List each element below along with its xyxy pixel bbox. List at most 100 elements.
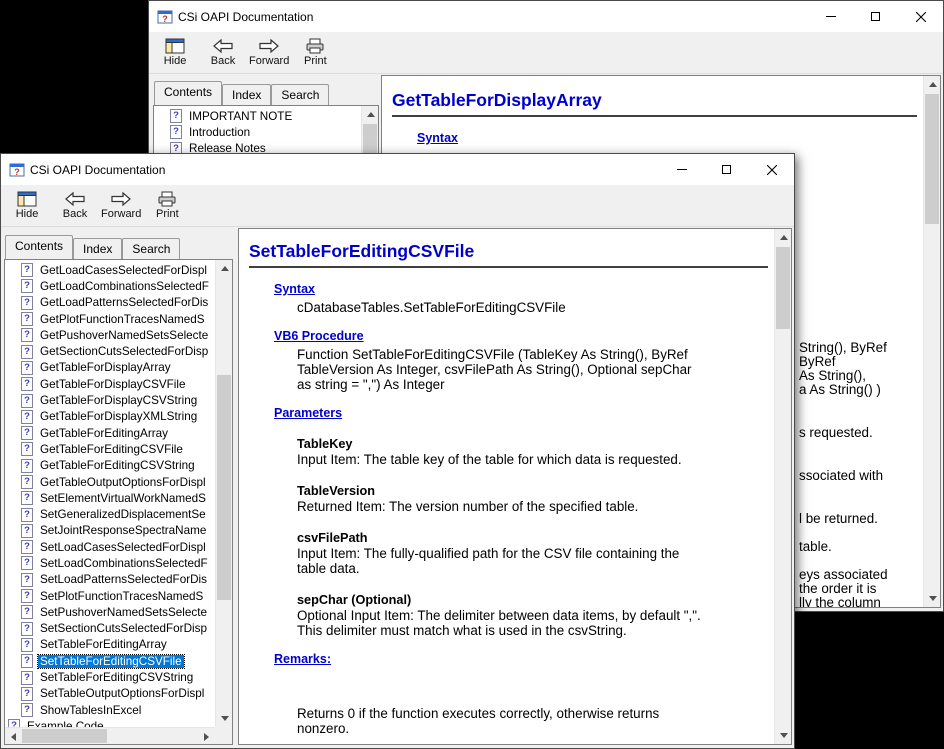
print-button[interactable]: Print xyxy=(297,33,333,73)
tree-item[interactable]: ? SetTableForEditingArray xyxy=(5,637,215,653)
content-vertical-scrollbar[interactable] xyxy=(774,229,791,744)
vb6-procedure-link[interactable]: VB6 Procedure xyxy=(274,329,364,343)
scroll-up-button[interactable] xyxy=(924,76,941,93)
front-window: ? CSi OAPI Documentation Hide Back Forwa… xyxy=(0,153,795,749)
tree-item[interactable]: ? GetTableForEditingArray xyxy=(5,425,215,441)
tree-item[interactable]: ? SetElementVirtualWorkNamedS xyxy=(5,490,215,506)
scrollbar-thumb[interactable] xyxy=(776,247,790,329)
tree-item[interactable]: ? SetJointResponseSpectraName xyxy=(5,523,215,539)
titlebar[interactable]: ? CSi OAPI Documentation xyxy=(1,154,794,185)
text-fragment: As String(), xyxy=(799,368,866,383)
back-button[interactable]: Back xyxy=(205,33,241,73)
tree-item[interactable]: ? ShowTablesInExcel xyxy=(5,702,215,718)
tree-item[interactable]: ? SetSectionCutsSelectedForDisp xyxy=(5,621,215,637)
close-button[interactable] xyxy=(749,154,794,185)
tab-contents[interactable]: Contents xyxy=(154,81,222,105)
back-button[interactable]: Back xyxy=(57,186,93,226)
scroll-down-button[interactable] xyxy=(775,727,792,744)
help-topic-icon: ? xyxy=(21,394,33,408)
tree-horizontal-scrollbar[interactable] xyxy=(5,727,215,744)
tab-index[interactable]: Index xyxy=(222,84,271,105)
tree-item-label: GetLoadPatternsSelectedForDis xyxy=(38,296,210,309)
parameter-description: Optional Input Item: The delimiter betwe… xyxy=(297,608,768,638)
print-label: Print xyxy=(304,55,327,67)
maximize-button[interactable] xyxy=(853,1,898,32)
tree-item[interactable]: ? SetPushoverNamedSetsSelecte xyxy=(5,604,215,620)
help-topic-icon: ? xyxy=(21,654,33,668)
tree-item[interactable]: ? SetLoadCombinationsSelectedF xyxy=(5,555,215,571)
maximize-icon xyxy=(722,165,731,174)
scrollbar-thumb[interactable] xyxy=(925,94,939,224)
syntax-link[interactable]: Syntax xyxy=(274,282,315,296)
tree-item[interactable]: ? GetLoadCasesSelectedForDispl xyxy=(5,262,215,278)
tree-item-label: GetTableForEditingCSVString xyxy=(38,459,197,472)
tree-item[interactable]: ? GetPushoverNamedSetsSelecte xyxy=(5,327,215,343)
forward-button[interactable]: Forward xyxy=(249,33,289,73)
tree-item-label: SetTableForEditingArray xyxy=(38,638,169,651)
text-fragment: eys associated xyxy=(799,567,888,582)
parameters-link[interactable]: Parameters xyxy=(274,406,342,420)
tree-item[interactable]: ? SetTableForEditingCSVString xyxy=(5,669,215,685)
text-fragment: String(), ByRef xyxy=(799,340,887,355)
tree-item[interactable]: ? GetTableForDisplayCSVFile xyxy=(5,376,215,392)
tree-item[interactable]: ? SetTableForEditingCSVFile xyxy=(5,653,215,669)
content-vertical-scrollbar[interactable] xyxy=(923,76,940,607)
tab-contents[interactable]: Contents xyxy=(5,235,73,259)
hide-button[interactable]: Hide xyxy=(9,186,45,226)
tree-item[interactable]: ? GetTableOutputOptionsForDispl xyxy=(5,474,215,490)
tree-item[interactable]: ? SetLoadPatternsSelectedForDis xyxy=(5,572,215,588)
tree-item-label: Introduction xyxy=(187,126,252,139)
app-icon[interactable]: ? xyxy=(157,9,173,25)
back-arrow-icon xyxy=(212,38,234,54)
tree-item[interactable]: ? Introduction xyxy=(154,124,361,140)
tree-item[interactable]: ? GetLoadCombinationsSelectedF xyxy=(5,278,215,294)
tree-item[interactable]: ? GetSectionCutsSelectedForDisp xyxy=(5,343,215,359)
tree-item-label: SetLoadPatternsSelectedForDis xyxy=(38,573,209,586)
forward-label: Forward xyxy=(101,208,141,220)
tree-vertical-scrollbar[interactable] xyxy=(215,260,232,727)
tab-index[interactable]: Index xyxy=(73,238,122,259)
tree-item[interactable]: ? GetTableForDisplayArray xyxy=(5,360,215,376)
tree-item[interactable]: ? SetLoadCasesSelectedForDispl xyxy=(5,539,215,555)
text-fragment: ByRef xyxy=(799,354,835,369)
print-icon xyxy=(305,38,325,54)
scroll-up-button[interactable] xyxy=(775,229,792,246)
scroll-up-button[interactable] xyxy=(216,260,233,277)
minimize-button[interactable] xyxy=(659,154,704,185)
tree-item[interactable]: ? GetTableForDisplayCSVString xyxy=(5,392,215,408)
tab-search[interactable]: Search xyxy=(122,238,180,259)
maximize-button[interactable] xyxy=(704,154,749,185)
help-topic-icon: ? xyxy=(21,573,33,587)
titlebar[interactable]: ? CSi OAPI Documentation xyxy=(149,1,943,32)
app-icon[interactable]: ? xyxy=(9,162,25,178)
scrollbar-thumb[interactable] xyxy=(22,729,107,743)
close-button[interactable] xyxy=(898,1,943,32)
scroll-right-button[interactable] xyxy=(198,728,215,745)
minimize-button[interactable] xyxy=(808,1,853,32)
remarks-link[interactable]: Remarks: xyxy=(274,652,331,666)
tree-item[interactable]: ? GetPlotFunctionTracesNamedS xyxy=(5,311,215,327)
tree-item[interactable]: ? SetGeneralizedDisplacementSe xyxy=(5,506,215,522)
forward-button[interactable]: Forward xyxy=(101,186,141,226)
tree-item[interactable]: ? SetPlotFunctionTracesNamedS xyxy=(5,588,215,604)
tree-item[interactable]: ? GetLoadPatternsSelectedForDis xyxy=(5,295,215,311)
parameter-name: csvFilePath xyxy=(297,531,768,546)
tree-item[interactable]: ? IMPORTANT NOTE xyxy=(154,108,361,124)
help-topic-icon: ? xyxy=(21,638,33,652)
scroll-down-button[interactable] xyxy=(216,710,233,727)
scroll-down-button[interactable] xyxy=(924,590,941,607)
tab-search[interactable]: Search xyxy=(271,84,329,105)
toolbar: Hide Back Forward Print xyxy=(1,185,794,227)
tree-item[interactable]: ? GetTableForDisplayXMLString xyxy=(5,409,215,425)
print-button[interactable]: Print xyxy=(149,186,185,226)
scroll-up-button[interactable] xyxy=(362,106,379,123)
tree-item-label: SetElementVirtualWorkNamedS xyxy=(38,492,208,505)
text-fragment: ssociated with xyxy=(799,468,883,483)
tree-item[interactable]: ? GetTableForEditingCSVFile xyxy=(5,441,215,457)
scrollbar-thumb[interactable] xyxy=(217,375,231,600)
tree-item[interactable]: ? GetTableForEditingCSVString xyxy=(5,458,215,474)
hide-button[interactable]: Hide xyxy=(157,33,193,73)
scroll-left-button[interactable] xyxy=(5,728,22,745)
syntax-link[interactable]: Syntax xyxy=(417,131,458,145)
tree-item[interactable]: ? SetTableOutputOptionsForDispl xyxy=(5,686,215,702)
